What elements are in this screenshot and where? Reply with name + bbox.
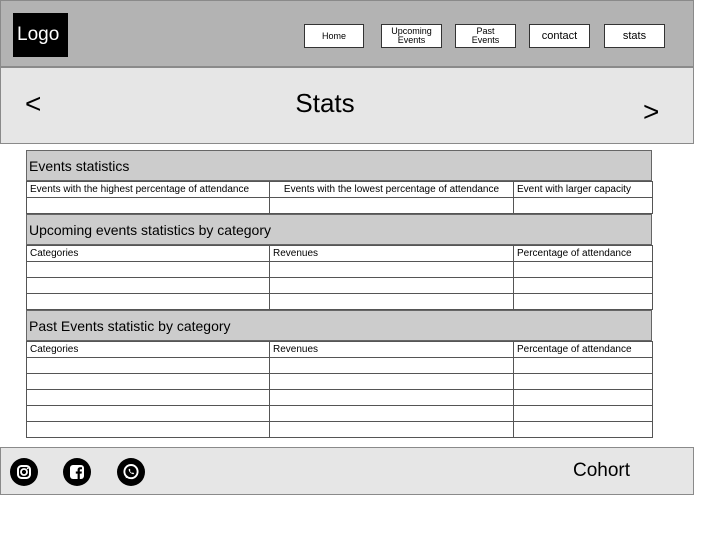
table-cell: [513, 277, 653, 294]
page-title: Stats: [295, 88, 355, 118]
instagram-icon[interactable]: [10, 458, 38, 486]
table-row: [26, 277, 653, 294]
table-header-row: Categories Revenues Percentage of attend…: [26, 245, 653, 262]
table-header-cell: Revenues: [269, 245, 514, 262]
table-row: [26, 197, 653, 214]
table-row: [26, 405, 653, 422]
table-cell: [513, 405, 653, 422]
table-header-cell: Categories: [26, 245, 270, 262]
table-cell: [513, 293, 653, 310]
table-cell: [26, 405, 270, 422]
next-page-arrow[interactable]: >: [643, 94, 659, 130]
table-cell: [269, 197, 514, 214]
table-cell: [26, 261, 270, 278]
table-cell: [26, 293, 270, 310]
table-row: [26, 261, 653, 278]
table-cell: [513, 357, 653, 374]
table-header-cell: Events with the highest percentage of at…: [26, 181, 270, 198]
nav-past-events-label: Past Events: [471, 26, 500, 45]
table-cell: [513, 261, 653, 278]
table-header-row: Events with the highest percentage of at…: [26, 181, 653, 198]
table-header-cell: Event with larger capacity: [513, 181, 653, 198]
table-cell: [26, 389, 270, 406]
table-header-cell: Events with the lowest percentage of att…: [269, 181, 514, 198]
table-cell: [513, 389, 653, 406]
table-cell: [269, 357, 514, 374]
nav-upcoming-events-label: Upcoming Events: [391, 26, 432, 45]
table-cell: [513, 421, 653, 438]
footer: Cohort: [0, 447, 694, 495]
events-statistics-table: Events with the highest percentage of at…: [26, 181, 653, 214]
header: Logo Home Upcoming Events Past Events co…: [0, 0, 694, 68]
table-cell: [269, 277, 514, 294]
nav-home-button[interactable]: Home: [304, 24, 364, 48]
table-cell: [26, 277, 270, 294]
table-cell: [26, 373, 270, 390]
table-row: [26, 421, 653, 438]
table-row: [26, 389, 653, 406]
table-header-cell: Percentage of attendance: [513, 245, 653, 262]
table-cell: [269, 261, 514, 278]
logo[interactable]: Logo: [13, 13, 68, 57]
table-cell: [26, 421, 270, 438]
nav-contact-button[interactable]: contact: [529, 24, 590, 48]
past-statistics-table: Categories Revenues Percentage of attend…: [26, 341, 653, 438]
table-row: [26, 373, 653, 390]
table-cell: [269, 405, 514, 422]
table-cell: [26, 197, 270, 214]
nav-stats-label: stats: [622, 29, 647, 42]
table-cell: [269, 373, 514, 390]
table-cell: [269, 421, 514, 438]
nav-home-label: Home: [321, 30, 346, 41]
past-statistics-title: Past Events statistic by category: [26, 310, 652, 341]
nav-past-events-button[interactable]: Past Events: [455, 24, 516, 48]
table-cell: [269, 389, 514, 406]
table-header-row: Categories Revenues Percentage of attend…: [26, 341, 653, 358]
page-banner: < Stats >: [0, 68, 694, 144]
table-row: [26, 357, 653, 374]
upcoming-statistics-table: Categories Revenues Percentage of attend…: [26, 245, 653, 310]
table-cell: [513, 373, 653, 390]
table-header-cell: Categories: [26, 341, 270, 358]
upcoming-statistics-title: Upcoming events statistics by category: [26, 214, 652, 245]
nav-stats-button[interactable]: stats: [604, 24, 665, 48]
table-cell: [513, 197, 653, 214]
events-statistics-title: Events statistics: [26, 150, 652, 181]
nav-contact-label: contact: [541, 29, 578, 42]
table-header-cell: Percentage of attendance: [513, 341, 653, 358]
nav-upcoming-events-button[interactable]: Upcoming Events: [381, 24, 442, 48]
table-cell: [269, 293, 514, 310]
facebook-icon[interactable]: [63, 458, 91, 486]
stats-content: Events statistics Events with the highes…: [26, 150, 653, 438]
table-cell: [26, 357, 270, 374]
cohort-label: Cohort: [573, 460, 631, 481]
table-header-cell: Revenues: [269, 341, 514, 358]
table-row: [26, 293, 653, 310]
whatsapp-icon[interactable]: [117, 458, 145, 486]
